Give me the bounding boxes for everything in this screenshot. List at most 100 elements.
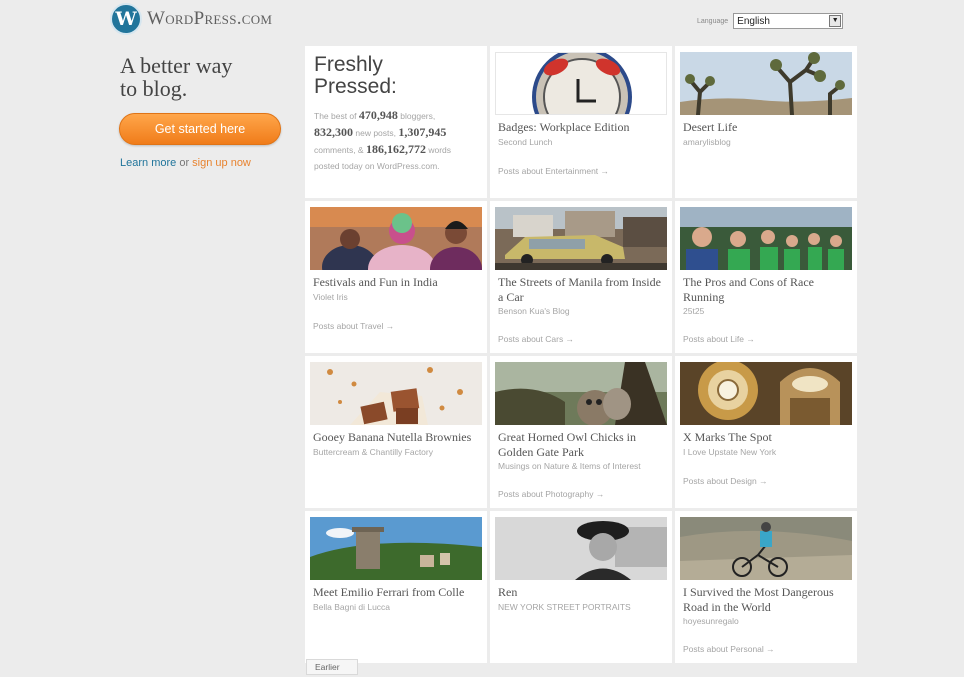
post-author[interactable]: Benson Kua's Blog [498,306,664,317]
wordpress-logo-icon: W [110,3,142,35]
post-thumbnail[interactable] [310,207,482,270]
chevron-down-icon[interactable]: ▼ [829,15,842,27]
post-topic-link[interactable]: Posts about Photography → [498,489,604,499]
post-card[interactable]: X Marks The Spot I Love Upstate New York… [675,356,857,508]
stat-posts-label: new posts, [355,128,397,138]
post-thumbnail[interactable] [495,362,667,425]
alarm-clock-image [532,53,632,114]
freshly-pressed-intro: Freshly Pressed: The best of 470,948 blo… [305,46,487,198]
freshly-pressed-title-line-1: Freshly [314,53,383,76]
post-title[interactable]: Ren NEW YORK STREET PORTRAITS [498,585,664,613]
post-thumbnail[interactable] [680,52,852,115]
language-label: Language [697,17,729,25]
post-title[interactable]: Great Horned Owl Chicks in Golden Gate P… [498,430,664,472]
post-card[interactable]: I Survived the Most Dangerous Road in th… [675,511,857,663]
tagline-line-2: to blog. [120,76,188,101]
freshly-pressed-title-line-2: Pressed: [314,75,397,98]
language-selected-value: English [737,15,770,27]
post-title-text[interactable]: I Survived the Most Dangerous Road in th… [683,585,834,614]
post-title-text[interactable]: Great Horned Owl Chicks in Golden Gate P… [498,430,636,459]
post-author[interactable]: Buttercream & Chantilly Factory [313,447,479,458]
freshly-pressed-title: Freshly Pressed: [314,54,478,98]
post-thumbnail[interactable] [495,52,667,115]
post-thumbnail[interactable] [680,517,852,580]
earlier-button[interactable]: Earlier [306,659,358,675]
post-card[interactable]: The Pros and Cons of Race Running 25t25 … [675,201,857,353]
post-author[interactable]: amarylisblog [683,137,849,148]
stat-bloggers-label: bloggers, [400,111,436,121]
post-topic-link[interactable]: Posts about Entertainment → [498,166,609,176]
post-thumbnail[interactable] [680,362,852,425]
post-title[interactable]: I Survived the Most Dangerous Road in th… [683,585,849,627]
post-card[interactable]: Badges: Workplace Edition Second Lunch P… [490,46,672,198]
rotunda-ceiling-image [680,362,852,425]
post-title-text[interactable]: Badges: Workplace Edition [498,120,629,134]
freshly-pressed-stats: The best of 470,948 bloggers, 832,300 ne… [314,107,478,174]
post-title[interactable]: Desert Life amarylisblog [683,120,849,148]
stat-words: 186,162,772 [365,142,426,156]
freshly-pressed-grid: Freshly Pressed: The best of 470,948 blo… [305,46,857,663]
post-title-text[interactable]: Meet Emilio Ferrari from Colle [313,585,464,599]
post-author[interactable]: hoyesunregalo [683,616,849,627]
post-title-text[interactable]: Ren [498,585,517,599]
stat-comments-label: comments, & [314,145,364,155]
stats-footer: posted today on WordPress.com. [314,161,440,171]
wordpress-logo[interactable]: W WordPress.com [110,3,272,35]
post-topic-link[interactable]: Posts about Cars → [498,334,574,344]
post-card[interactable]: Desert Life amarylisblog [675,46,857,198]
post-title-text[interactable]: Festivals and Fun in India [313,275,438,289]
learn-more-link[interactable]: Learn more [120,157,176,169]
post-author[interactable]: Violet Iris [313,292,479,303]
post-card[interactable]: Great Horned Owl Chicks in Golden Gate P… [490,356,672,508]
post-title-text[interactable]: Gooey Banana Nutella Brownies [313,430,471,444]
tagline-line-1: A better way [120,53,233,78]
stat-words-label: words [428,145,452,155]
street-portrait-image [495,517,667,580]
post-title[interactable]: X Marks The Spot I Love Upstate New York [683,430,849,458]
post-title[interactable]: Meet Emilio Ferrari from Colle Bella Bag… [313,585,479,613]
wordpress-wordmark: WordPress.com [147,8,273,29]
post-author[interactable]: I Love Upstate New York [683,447,849,458]
post-title[interactable]: Gooey Banana Nutella Brownies Buttercrea… [313,430,479,458]
post-card[interactable]: The Streets of Manila from Inside a Car … [490,201,672,353]
sign-up-link[interactable]: sign up now [192,157,251,169]
post-topic-link[interactable]: Posts about Design → [683,476,768,486]
post-thumbnail[interactable] [310,362,482,425]
brownies-image [310,362,482,425]
post-card[interactable]: Ren NEW YORK STREET PORTRAITS [490,511,672,663]
jeepney-street-image [495,207,667,270]
post-topic-link[interactable]: Posts about Personal → [683,644,775,654]
post-topic-link[interactable]: Posts about Travel → [313,321,394,331]
post-title[interactable]: The Streets of Manila from Inside a Car … [498,275,664,317]
post-title[interactable]: Festivals and Fun in India Violet Iris [313,275,479,303]
post-thumbnail[interactable] [680,207,852,270]
post-title[interactable]: Badges: Workplace Edition Second Lunch [498,120,664,148]
post-title-text[interactable]: Desert Life [683,120,737,134]
language-select[interactable]: English ▼ [733,13,844,29]
post-title[interactable]: The Pros and Cons of Race Running 25t25 [683,275,849,317]
post-author[interactable]: Bella Bagni di Lucca [313,602,479,613]
post-author[interactable]: 25t25 [683,306,849,317]
or-text: or [179,157,190,169]
post-card[interactable]: Festivals and Fun in India Violet Iris P… [305,201,487,353]
post-author[interactable]: Second Lunch [498,137,664,148]
get-started-button[interactable]: Get started here [119,113,281,145]
post-topic-link[interactable]: Posts about Life → [683,334,755,344]
post-card[interactable]: Gooey Banana Nutella Brownies Buttercrea… [305,356,487,508]
language-picker: Language English ▼ [697,13,844,29]
holi-festival-image [310,207,482,270]
post-author[interactable]: NEW YORK STREET PORTRAITS [498,602,664,613]
learn-more-row: Learn more or sign up now [120,157,251,169]
post-author[interactable]: Musings on Nature & Items of Interest [498,461,664,472]
post-thumbnail[interactable] [495,517,667,580]
post-thumbnail[interactable] [310,517,482,580]
tagline: A better way to blog. [120,54,232,100]
stat-bloggers: 470,948 [358,108,398,122]
post-title-text[interactable]: The Pros and Cons of Race Running [683,275,814,304]
post-card[interactable]: Meet Emilio Ferrari from Colle Bella Bag… [305,511,487,663]
post-thumbnail[interactable] [495,207,667,270]
post-title-text[interactable]: The Streets of Manila from Inside a Car [498,275,661,304]
post-title-text[interactable]: X Marks The Spot [683,430,772,444]
stat-comments: 1,307,945 [398,125,447,139]
race-runners-image [680,207,852,270]
